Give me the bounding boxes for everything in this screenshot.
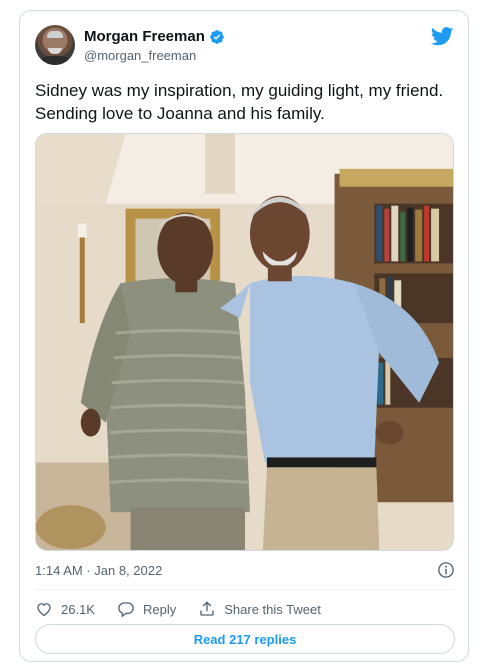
tweet-timestamp[interactable]: 1:14 AM · Jan 8, 2022 (35, 563, 162, 578)
author-name[interactable]: Morgan Freeman (84, 28, 205, 45)
photo-illustration (36, 134, 453, 550)
like-count: 26.1K (61, 601, 95, 617)
reply-label: Reply (142, 601, 177, 617)
divider (35, 589, 455, 590)
timestamp-row: 1:14 AM · Jan 8, 2022 (35, 561, 455, 581)
author-avatar[interactable] (35, 25, 75, 65)
twitter-bird-icon[interactable] (431, 27, 454, 46)
verified-badge-icon (210, 29, 224, 44)
reply-button[interactable]: Reply (117, 600, 176, 618)
info-icon[interactable] (437, 561, 455, 579)
tweet-actions: 26.1K Reply Share this Tweet (35, 599, 343, 619)
author-name-row[interactable]: Morgan Freeman (84, 28, 225, 45)
tweet-photo[interactable] (35, 133, 454, 551)
tweet-text: Sidney was my inspiration, my guiding li… (35, 81, 444, 123)
share-label: Share this Tweet (224, 601, 321, 617)
heart-icon (37, 603, 51, 617)
tweet-card[interactable]: Morgan Freeman @morgan_freeman Sidney wa… (19, 10, 469, 662)
read-replies-button[interactable]: Read 217 replies (35, 624, 455, 654)
author-handle[interactable]: @morgan_freeman (84, 48, 196, 63)
share-button[interactable]: Share this Tweet (198, 600, 321, 618)
like-button[interactable]: 26.1K (35, 600, 95, 618)
reply-icon (118, 602, 134, 618)
share-icon (200, 601, 214, 616)
